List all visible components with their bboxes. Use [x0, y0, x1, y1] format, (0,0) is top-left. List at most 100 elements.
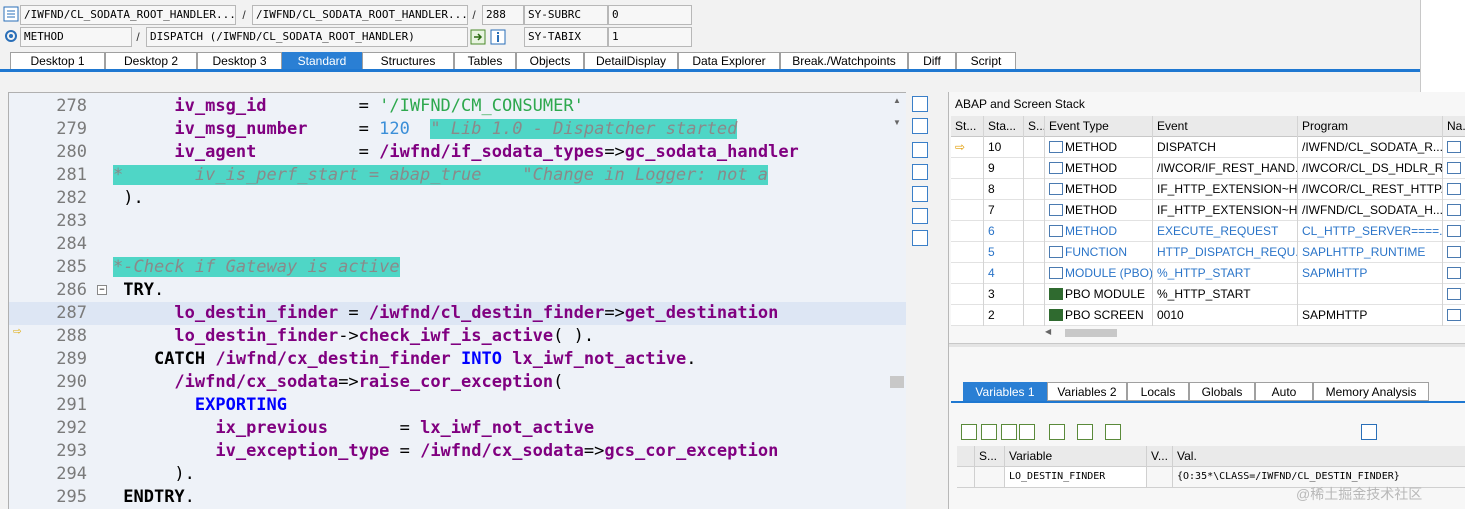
navigate-icon[interactable] — [1447, 267, 1461, 279]
close-icon[interactable] — [912, 96, 928, 112]
code-line[interactable]: 282 ). — [9, 187, 906, 210]
info-icon[interactable] — [490, 29, 506, 45]
stack-hscroll-thumb[interactable] — [1065, 329, 1117, 337]
stack-column-header[interactable]: Event — [1153, 116, 1298, 137]
tab-desktop-1[interactable]: Desktop 1 — [10, 52, 105, 70]
split-icon[interactable] — [912, 186, 928, 202]
tab-data-explorer[interactable]: Data Explorer — [678, 52, 780, 70]
variable-name-input[interactable]: LO_DESTIN_FINDER — [1005, 467, 1147, 488]
variables-column-header[interactable]: Variable — [1005, 446, 1147, 467]
code-line[interactable]: 283 — [9, 210, 906, 233]
code-line[interactable]: 285 *-Check if Gateway is active — [9, 256, 906, 279]
navigate-icon[interactable] — [1447, 183, 1461, 195]
tab-break-watchpoints[interactable]: Break./Watchpoints — [780, 52, 908, 70]
navigate-icon[interactable] — [1447, 162, 1461, 174]
stack-column-header[interactable]: S... — [1024, 116, 1045, 137]
code-line[interactable]: 288 lo_destin_finder->check_iwf_is_activ… — [9, 324, 906, 348]
filter-icon[interactable] — [1019, 424, 1035, 440]
sysvar-value-field[interactable]: 0 — [608, 5, 692, 25]
variables-column-header[interactable]: S... — [975, 446, 1005, 467]
variables-column-header[interactable]: Val. — [1173, 446, 1465, 467]
tab-memory-analysis[interactable]: Memory Analysis — [1313, 382, 1429, 401]
tab-variables-1[interactable]: Variables 1 — [963, 382, 1047, 401]
navigate-icon[interactable] — [1447, 246, 1461, 258]
stack-row[interactable]: 2 PBO SCREEN 0010 SAPMHTTP — [951, 305, 1465, 326]
scroll-down-icon[interactable]: ▼ — [893, 118, 901, 127]
code-line[interactable]: 281 * iv_is_perf_start = abap_true "Chang… — [9, 164, 906, 187]
stack-column-header[interactable]: Event Type — [1045, 116, 1153, 137]
code-line[interactable]: 295 ENDTRY. — [9, 486, 906, 509]
code-line[interactable]: 294 ). — [9, 463, 906, 486]
include-field[interactable]: /IWFND/CL_SODATA_ROOT_HANDLER... — [252, 5, 468, 25]
pane-splitter[interactable] — [949, 343, 1465, 347]
stack-column-header[interactable]: Na... — [1443, 116, 1465, 137]
variables-column-header[interactable] — [957, 446, 975, 467]
code-line[interactable]: 279 iv_msg_number = 120 " Lib 1.0 - Disp… — [9, 118, 906, 141]
stack-column-header[interactable]: Program — [1298, 116, 1443, 137]
code-line[interactable]: 287 lo_destin_finder = /iwfnd/cl_destin_… — [9, 302, 906, 325]
tab-desktop-3[interactable]: Desktop 3 — [197, 52, 282, 70]
services-icon[interactable] — [912, 208, 928, 224]
navigate-icon[interactable] — [1447, 288, 1461, 300]
tab-locals[interactable]: Locals — [1127, 382, 1189, 401]
layout-icon[interactable] — [1105, 424, 1121, 440]
code-line[interactable]: 293 iv_exception_type = /iwfnd/cx_sodata… — [9, 440, 906, 463]
expand-icon[interactable] — [1049, 424, 1065, 440]
sysvar-name-field[interactable]: SY-TABIX — [524, 27, 608, 47]
navigate-icon[interactable] — [1447, 225, 1461, 237]
stack-row[interactable]: 4 MODULE (PBO) %_HTTP_START SAPMHTTP — [951, 263, 1465, 284]
stack-row[interactable]: 5 FUNCTION HTTP_DISPATCH_REQU... SAPLHTTP_R… — [951, 242, 1465, 263]
save-icon[interactable] — [1361, 424, 1377, 440]
stack-row[interactable]: 6 METHOD EXECUTE_REQUEST CL_HTTP_SERVER====… — [951, 221, 1465, 242]
stack-row[interactable]: 7 METHOD IF_HTTP_EXTENSION~H.../IWFND/CL_S… — [951, 200, 1465, 221]
editor-scrollbar-thumb[interactable] — [890, 376, 904, 388]
tab-standard[interactable]: Standard — [282, 52, 362, 70]
insert-icon[interactable] — [981, 424, 997, 440]
stack-row[interactable]: 3 PBO MODULE %_HTTP_START — [951, 284, 1465, 305]
maximize-icon[interactable] — [912, 164, 928, 180]
navigate-icon[interactable] — [1447, 141, 1461, 153]
event-field[interactable]: DISPATCH (/IWFND/CL_SODATA_ROOT_HANDLER) — [146, 27, 468, 47]
navigate-icon[interactable] — [1447, 204, 1461, 216]
source-code-editor[interactable]: 278 iv_msg_id = '/IWFND/CM_CONSUMER' 279 … — [8, 92, 906, 509]
scroll-up-icon[interactable]: ▲ — [893, 96, 901, 105]
code-line[interactable]: 278 iv_msg_id = '/IWFND/CM_CONSUMER' — [9, 95, 906, 118]
navigate-icon[interactable] — [470, 29, 486, 45]
variables-column-header[interactable]: V... — [1147, 446, 1173, 467]
delete-icon[interactable] — [961, 424, 977, 440]
tab-diff[interactable]: Diff — [908, 52, 956, 70]
code-line[interactable]: 292 ix_previous = lx_iwf_not_active — [9, 417, 906, 440]
export-icon[interactable] — [1077, 424, 1093, 440]
code-line[interactable]: 280 iv_agent = /iwfnd/if_sodata_types=>g… — [9, 141, 906, 164]
code-line[interactable]: 289 CATCH /iwfnd/cx_destin_finder INTO l… — [9, 348, 906, 371]
stack-column-header[interactable]: Sta... — [984, 116, 1024, 137]
stack-row[interactable]: ⇨ 10 METHOD DISPATCH/IWFND/CL_SODATA_R... — [951, 137, 1465, 158]
program-field[interactable]: /IWFND/CL_SODATA_ROOT_HANDLER... — [20, 5, 236, 25]
sysvar-name-field[interactable]: SY-SUBRC — [524, 5, 608, 25]
tab-globals[interactable]: Globals — [1189, 382, 1255, 401]
scroll-left-icon[interactable]: ◀ — [1045, 327, 1051, 336]
tab-variables-2[interactable]: Variables 2 — [1047, 382, 1127, 401]
sysvar-value-field[interactable]: 1 — [608, 27, 692, 47]
tab-desktop-2[interactable]: Desktop 2 — [105, 52, 197, 70]
code-line[interactable]: 284 — [9, 233, 906, 256]
tab-script[interactable]: Script — [956, 52, 1016, 70]
tab-tables[interactable]: Tables — [454, 52, 516, 70]
tab-structures[interactable]: Structures — [362, 52, 454, 70]
stack-row[interactable]: 8 METHOD IF_HTTP_EXTENSION~H.../IWCOR/CL_R… — [951, 179, 1465, 200]
new-tool-icon[interactable] — [912, 118, 928, 134]
stack-column-header[interactable]: St... — [951, 116, 984, 137]
code-line[interactable]: 290 /iwfnd/cx_sodata=>raise_cor_exceptio… — [9, 371, 906, 394]
list-icon[interactable] — [1001, 424, 1017, 440]
code-line[interactable]: 286 TRY. − — [9, 279, 906, 302]
navigate-icon[interactable] — [1447, 309, 1461, 321]
stack-row[interactable]: 9 METHOD/IWCOR/IF_REST_HAND.../IWCOR/CL_D… — [951, 158, 1465, 179]
settings-icon[interactable] — [912, 230, 928, 246]
tab-detaildisplay[interactable]: DetailDisplay — [584, 52, 678, 70]
swap-tool-icon[interactable] — [912, 142, 928, 158]
event-type-field[interactable]: METHOD — [20, 27, 132, 47]
line-number-field[interactable]: 288 — [482, 5, 524, 25]
tab-objects[interactable]: Objects — [516, 52, 584, 70]
code-line[interactable]: 291 EXPORTING — [9, 394, 906, 417]
stack-hscroll[interactable]: ◀ — [1015, 327, 1455, 339]
